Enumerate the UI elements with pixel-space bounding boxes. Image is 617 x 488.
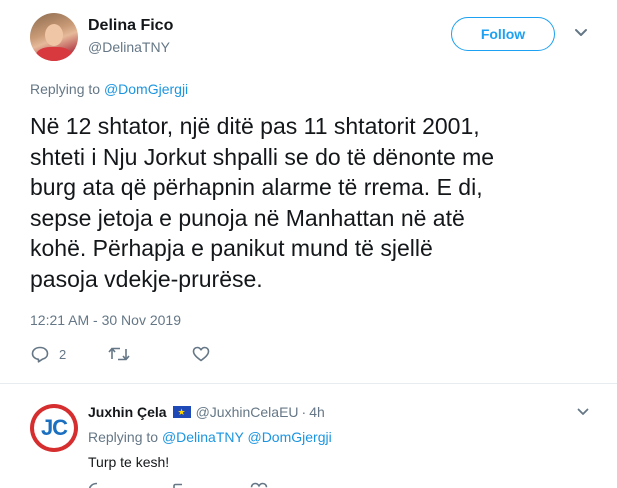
reply-replying-to: Replying to @DelinaTNY @DomGjergji — [88, 429, 332, 445]
avatar-shirt — [36, 47, 72, 61]
replying-to: Replying to @DomGjergji — [30, 81, 188, 97]
author-handle[interactable]: @DelinaTNY — [88, 39, 170, 55]
reply-age[interactable]: 4h — [309, 404, 325, 420]
like-icon[interactable] — [250, 482, 268, 488]
divider — [0, 383, 617, 384]
reply-text: Turp te kesh! — [88, 454, 170, 470]
chevron-down-icon[interactable] — [577, 408, 589, 416]
replying-prefix: Replying to — [88, 429, 159, 445]
replying-to-link[interactable]: @DomGjergji — [104, 81, 188, 97]
author-avatar[interactable] — [30, 13, 78, 61]
reply-button[interactable]: 2 — [31, 346, 66, 363]
replying-to-link[interactable]: @DelinaTNY — [162, 429, 244, 445]
author-name[interactable]: Delina Fico — [88, 17, 173, 35]
tweet-timestamp[interactable]: 12:21 AM - 30 Nov 2019 — [30, 312, 181, 328]
avatar-face — [45, 24, 63, 46]
tweet-text: Në 12 shtator, një ditë pas 11 shtatorit… — [30, 113, 495, 292]
reply-count: 2 — [59, 347, 67, 362]
follow-button[interactable]: Follow — [451, 17, 555, 51]
reply-separator: · — [301, 404, 307, 420]
reply-icon[interactable] — [88, 482, 106, 488]
replying-to-link[interactable]: @DomGjergji — [247, 429, 331, 445]
reply-header: Juxhin Çela ★ @JuxhinCelaEU · 4h — [88, 404, 325, 420]
retweet-icon — [108, 347, 130, 361]
reply-author-handle[interactable]: @JuxhinCelaEU — [196, 404, 299, 420]
jc-logo: JC — [34, 408, 74, 448]
retweet-icon[interactable] — [170, 482, 192, 488]
reply-icon — [31, 346, 49, 363]
chevron-down-icon[interactable] — [574, 28, 588, 38]
reply-author-name[interactable]: Juxhin Çela — [88, 404, 167, 420]
retweet-button[interactable] — [108, 346, 130, 362]
reply-action-bar — [88, 482, 288, 488]
reply-author-avatar[interactable]: JC — [30, 404, 78, 452]
eu-flag-icon: ★ — [172, 406, 191, 418]
like-button[interactable] — [192, 346, 210, 362]
replying-prefix: Replying to — [30, 81, 101, 97]
like-icon — [192, 346, 210, 362]
